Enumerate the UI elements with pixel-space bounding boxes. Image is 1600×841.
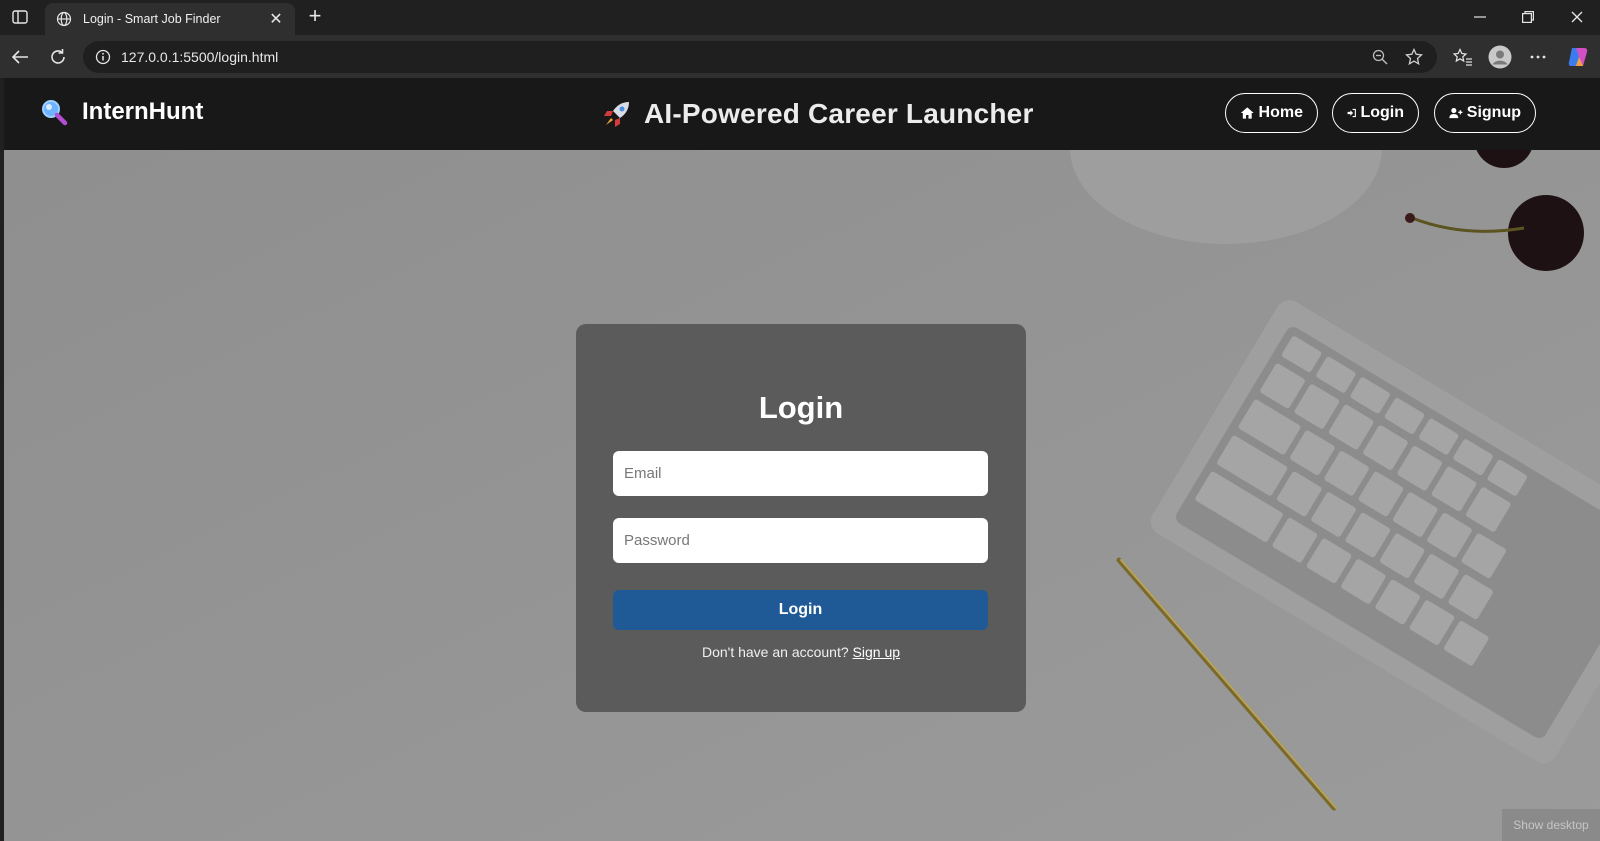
- rocket-icon: [604, 102, 629, 127]
- url-text[interactable]: 127.0.0.1:5500/login.html: [121, 49, 1357, 65]
- close-tab-icon[interactable]: ✕: [267, 9, 285, 29]
- magnifier-icon: [42, 100, 68, 126]
- address-bar[interactable]: 127.0.0.1:5500/login.html: [83, 41, 1437, 73]
- signup-prompt-text: Don't have an account?: [701, 644, 849, 660]
- minimize-icon[interactable]: [1468, 6, 1492, 28]
- favorite-star-icon[interactable]: [1403, 46, 1425, 68]
- tagline: AI-Powered Career Launcher: [602, 98, 1034, 130]
- tagline-text: AI-Powered Career Launcher: [644, 98, 1034, 129]
- password-field[interactable]: [613, 518, 988, 563]
- back-arrow-icon[interactable]: [8, 45, 32, 69]
- brand[interactable]: InternHunt: [40, 98, 203, 126]
- site-navbar: InternHunt AI-Powered Career Launcher Ho…: [4, 78, 1600, 150]
- profile-avatar-icon[interactable]: [1488, 45, 1512, 69]
- favorites-list-icon[interactable]: [1451, 45, 1475, 69]
- login-card: Login Login Don't have an account? Sign …: [576, 324, 1026, 712]
- browser-tab-bar: Login - Smart Job Finder ✕ +: [0, 0, 1600, 35]
- copilot-icon[interactable]: [1566, 45, 1590, 69]
- login-submit-button[interactable]: Login: [613, 590, 988, 630]
- signup-link[interactable]: Sign up: [853, 644, 900, 660]
- nav-login-label: Login: [1360, 104, 1404, 121]
- browser-toolbar: 127.0.0.1:5500/login.html: [0, 35, 1600, 78]
- sidebar-toggle-icon[interactable]: [8, 6, 32, 28]
- user-plus-icon: [1449, 108, 1463, 119]
- restore-icon[interactable]: [1516, 6, 1540, 28]
- reload-icon[interactable]: [46, 45, 70, 69]
- nav-login-button[interactable]: Login: [1332, 93, 1419, 133]
- signup-prompt: Don't have an account? Sign up: [576, 644, 1026, 660]
- page-viewport: InternHunt AI-Powered Career Launcher Ho…: [4, 78, 1600, 841]
- nav-home-button[interactable]: Home: [1225, 93, 1318, 133]
- nav-signup-button[interactable]: Signup: [1434, 93, 1536, 133]
- browser-tab[interactable]: Login - Smart Job Finder ✕: [45, 3, 295, 35]
- tab-title: Login - Smart Job Finder: [83, 12, 221, 26]
- new-tab-icon[interactable]: +: [303, 5, 327, 29]
- house-icon: [1240, 107, 1254, 119]
- sign-in-icon: [1347, 108, 1356, 118]
- site-info-icon[interactable]: [95, 49, 111, 65]
- nav-home-label: Home: [1258, 104, 1303, 121]
- email-field[interactable]: [613, 451, 988, 496]
- globe-icon: [55, 10, 73, 28]
- show-desktop-tooltip[interactable]: Show desktop: [1502, 809, 1600, 841]
- nav-signup-label: Signup: [1466, 104, 1521, 121]
- close-window-icon[interactable]: [1565, 6, 1589, 28]
- login-title: Login: [758, 390, 844, 425]
- more-options-icon[interactable]: [1526, 45, 1550, 69]
- brand-name: InternHunt: [82, 98, 204, 125]
- zoom-out-icon[interactable]: [1369, 46, 1391, 68]
